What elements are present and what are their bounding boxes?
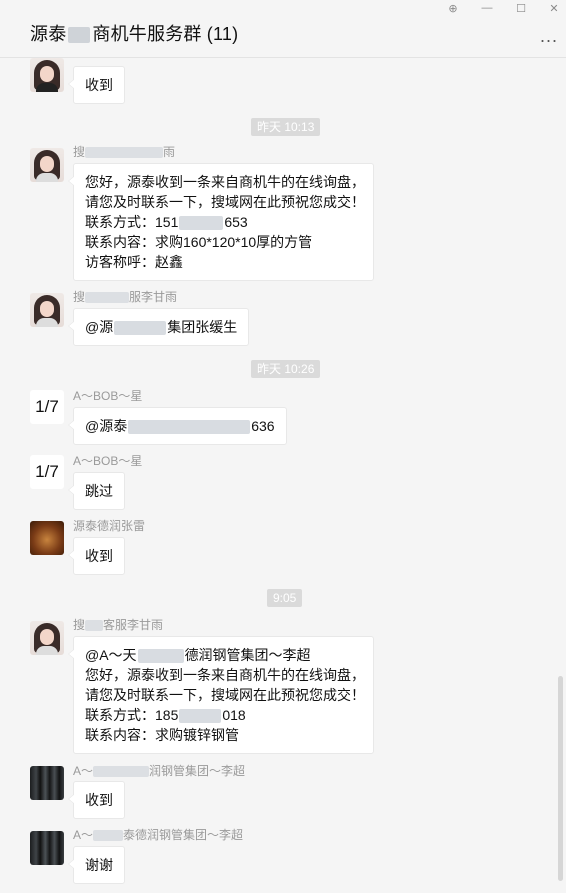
avatar[interactable] (30, 293, 64, 327)
message-text: 您好，源泰收到一条来自商机牛的在线询盘， (85, 174, 365, 190)
sender-name: A～BOB～星 (73, 454, 143, 468)
scrollbar[interactable] (558, 676, 563, 881)
more-options-icon[interactable]: ... (540, 26, 558, 47)
minimize-icon[interactable]: — (478, 2, 496, 14)
message-text: 联系方式：151 653 (85, 214, 248, 231)
avatar[interactable] (30, 831, 64, 865)
sender-name: 搜客服李甘雨 (73, 618, 164, 632)
message-text: @源泰 636 (85, 418, 275, 435)
message-text: 跳过 (85, 483, 113, 499)
message-bubble[interactable]: 收到 (68, 781, 125, 819)
close-icon[interactable]: ✕ (545, 2, 563, 15)
message-text: 您好，源泰收到一条来自商机牛的在线询盘， (85, 667, 365, 683)
chat-message-list[interactable]: 收到 昨天 10:13 搜雨 您好，源泰收到一条来自商机牛的在线询盘， 请您及时… (0, 58, 566, 893)
message-bubble[interactable]: 谢谢 (68, 846, 125, 884)
message-bubble[interactable]: 您好，源泰收到一条来自商机牛的在线询盘， 请您及时联系一下，搜域网在此预祝您成交… (68, 163, 374, 281)
avatar[interactable] (30, 621, 64, 655)
message-bubble[interactable]: @A～天 德润钢管集团～李超 您好，源泰收到一条来自商机牛的在线询盘， 请您及时联… (68, 636, 374, 754)
message-text: @A～天 德润钢管集团～李超 (85, 647, 311, 664)
message-text: 请您及时联系一下，搜域网在此预祝您成交！ (85, 687, 365, 703)
redacted-block (68, 27, 91, 44)
message-text: 访客称呼：赵鑫 (85, 254, 183, 270)
window-titlebar: 源泰 商机牛服务群 (11) ⊕ — ☐ ✕ ... (0, 0, 566, 58)
message-bubble[interactable]: @源 集团张缓生 (67, 308, 250, 346)
message-text: 联系内容：求购镀锌钢管 (85, 727, 239, 743)
avatar[interactable]: 1/7 (30, 390, 64, 424)
chat-title-suffix: 商机牛服务群 (11) (92, 24, 239, 44)
avatar[interactable] (30, 58, 64, 92)
pin-icon[interactable]: ⊕ (444, 2, 462, 15)
message-bubble[interactable]: 跳过 (68, 472, 125, 510)
message-bubble[interactable]: 收到 (68, 66, 125, 104)
avatar[interactable] (30, 766, 64, 800)
message-bubble[interactable]: @源泰 636 (68, 407, 287, 445)
sender-name: A～ 泰德润钢管集团～李超 (73, 828, 244, 842)
message-text: 联系方式：185 018 (85, 707, 246, 724)
chat-title-prefix: 源泰 (30, 24, 67, 44)
message-bubble[interactable]: 收到 (68, 537, 125, 575)
sender-name: 搜雨 (73, 145, 176, 159)
sender-name: 搜服李甘雨 (73, 290, 178, 304)
maximize-icon[interactable]: ☐ (512, 2, 530, 15)
message-text: 收到 (85, 77, 113, 93)
message-text: 联系内容：求购160*120*10厚的方管 (85, 234, 313, 250)
sender-name: 源泰德润张雷 (73, 519, 146, 533)
timestamp: 昨天 10:13 (251, 118, 321, 136)
timestamp: 9:05 (267, 589, 303, 607)
message-text: 收到 (85, 548, 113, 564)
message-text: 请您及时联系一下，搜域网在此预祝您成交！ (85, 194, 365, 210)
avatar[interactable]: 1/7 (30, 455, 64, 489)
sender-name: A～BOB～星 (73, 389, 143, 403)
chat-title: 源泰 商机牛服务群 (11) (30, 20, 238, 46)
message-text: @源 集团张缓生 (85, 319, 238, 336)
timestamp: 昨天 10:26 (251, 360, 321, 378)
message-text: 谢谢 (85, 857, 113, 873)
avatar[interactable] (30, 521, 64, 555)
sender-name: A～ 润钢管集团～李超 (73, 764, 246, 778)
avatar[interactable] (30, 148, 64, 182)
message-text: 收到 (85, 792, 113, 808)
